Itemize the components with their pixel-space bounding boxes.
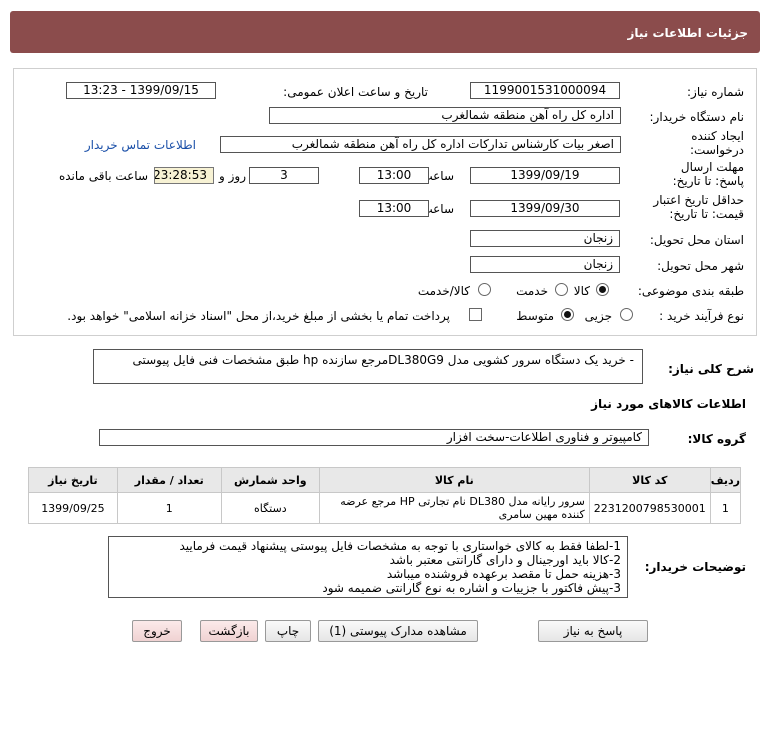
print-button[interactable]: چاپ	[265, 620, 311, 642]
reply-button[interactable]: پاسخ به نیاز	[538, 620, 648, 642]
buyer-field: اداره کل راه آهن منطقه شمالغرب	[269, 107, 621, 124]
col-unit: واحد شمارش	[220, 467, 320, 493]
cell-name: سرور رایانه مدل DL380 نام تجارتی HP مرجع…	[318, 492, 590, 524]
category-service-label: خدمت	[516, 284, 548, 298]
purchase-medium-radio[interactable]	[561, 308, 574, 321]
back-button[interactable]: بازگشت	[200, 620, 258, 642]
city-label: شهر محل تحویل:	[657, 259, 744, 273]
contact-info-link[interactable]: اطلاعات تماس خریدار	[85, 138, 196, 152]
category-goods-radio[interactable]	[596, 283, 609, 296]
goods-group-field: کامپیوتر و فناوری اطلاعات-سخت افزار	[99, 429, 649, 446]
goods-table: ردیف کد کالا نام کالا واحد شمارش تعداد /…	[28, 467, 742, 524]
creator-label: ایجاد کننده درخواست:	[690, 129, 744, 157]
deadline-date-field: 1399/09/19	[470, 167, 620, 184]
notes-label: توضیحات خریدار:	[644, 560, 746, 574]
treasury-payment-checkbox[interactable]	[469, 308, 482, 321]
category-goods-label: کالا	[573, 284, 590, 298]
table-row: 1 2231200798530001 سرور رایانه مدل DL380…	[28, 492, 742, 524]
col-code: کد کالا	[588, 467, 711, 493]
purchase-minor-label: جزیی	[584, 309, 612, 323]
buyer-label: نام دستگاه خریدار:	[649, 110, 745, 124]
days-field: 3	[249, 167, 319, 184]
validity-time-field: 13:00	[359, 200, 429, 217]
col-row: ردیف	[709, 467, 742, 493]
cell-date: 1399/09/25	[28, 492, 118, 524]
city-field: زنجان	[470, 256, 620, 273]
category-goods-service-radio[interactable]	[478, 283, 491, 296]
category-goods-service-label: کالا/خدمت	[417, 284, 470, 298]
table-header-row: ردیف کد کالا نام کالا واحد شمارش تعداد /…	[28, 467, 742, 493]
buyer-notes: 1-لطفا فقط به کالای خواستاری با توجه به …	[108, 536, 628, 598]
exit-button[interactable]: خروج	[132, 620, 182, 642]
creator-field: اصغر بیات کارشناس تدارکات اداره کل راه آ…	[220, 136, 621, 153]
need-number-label: شماره نیاز:	[687, 85, 744, 99]
page-title: جزئیات اطلاعات نیاز	[627, 26, 748, 40]
cell-code: 2231200798530001	[588, 492, 711, 524]
page-header: جزئیات اطلاعات نیاز	[10, 11, 760, 53]
cell-qty: 1	[116, 492, 222, 524]
treasury-payment-label: پرداخت تمام یا بخشی از مبلغ خرید،از محل …	[67, 309, 450, 323]
announce-field: 1399/09/15 - 13:23	[66, 82, 216, 99]
days-label: روز و	[219, 169, 246, 183]
note-line: 3-هزینه حمل تا مقصد برعهده فروشنده میباش…	[386, 567, 621, 581]
validity-label: حداقل تاریخ اعتبار قیمت: تا تاریخ:	[653, 193, 744, 221]
purchase-minor-radio[interactable]	[620, 308, 633, 321]
province-label: استان محل تحویل:	[649, 233, 744, 247]
deadline-label: مهلت ارسال پاسخ: تا تاریخ:	[672, 160, 744, 188]
announce-label: تاریخ و ساعت اعلان عمومی:	[283, 85, 428, 99]
description-label: شرح کلی نیاز:	[668, 362, 754, 376]
validity-date-field: 1399/09/30	[470, 200, 620, 217]
note-line: 3-پیش فاکتور با جزییات و اشاره به نوع گا…	[322, 581, 621, 595]
category-label: طبقه بندی موضوعی:	[637, 284, 744, 298]
goods-section-title: اطلاعات کالاهای مورد نیاز	[591, 397, 746, 411]
note-line: 1-لطفا فقط به کالای خواستاری با توجه به …	[179, 539, 622, 553]
countdown-timer: 23:28:53	[154, 167, 214, 184]
details-panel: شماره نیاز: 1199001531000094 تاریخ و ساع…	[13, 68, 757, 336]
need-number-field: 1199001531000094	[470, 82, 620, 99]
view-attachments-button[interactable]: مشاهده مدارک پیوستی (1)	[318, 620, 478, 642]
purchase-type-label: نوع فرآیند خرید :	[659, 309, 744, 323]
cell-unit: دستگاه	[220, 492, 320, 524]
remaining-label: ساعت باقی مانده	[58, 169, 148, 183]
province-field: زنجان	[470, 230, 620, 247]
purchase-medium-label: متوسط	[516, 309, 554, 323]
deadline-time-field: 13:00	[359, 167, 429, 184]
cell-row: 1	[709, 492, 742, 524]
col-date: تاریخ نیاز	[28, 467, 118, 493]
note-line: 2-کالا باید اورجینال و دارای گارانتی معت…	[389, 553, 621, 567]
col-qty: تعداد / مقدار	[116, 467, 222, 493]
description-field: - خرید یک دستگاه سرور کشویی مدل DL380G9م…	[93, 349, 643, 384]
col-name: نام کالا	[318, 467, 590, 493]
category-service-radio[interactable]	[555, 283, 568, 296]
goods-group-label: گروه کالا:	[687, 432, 746, 446]
